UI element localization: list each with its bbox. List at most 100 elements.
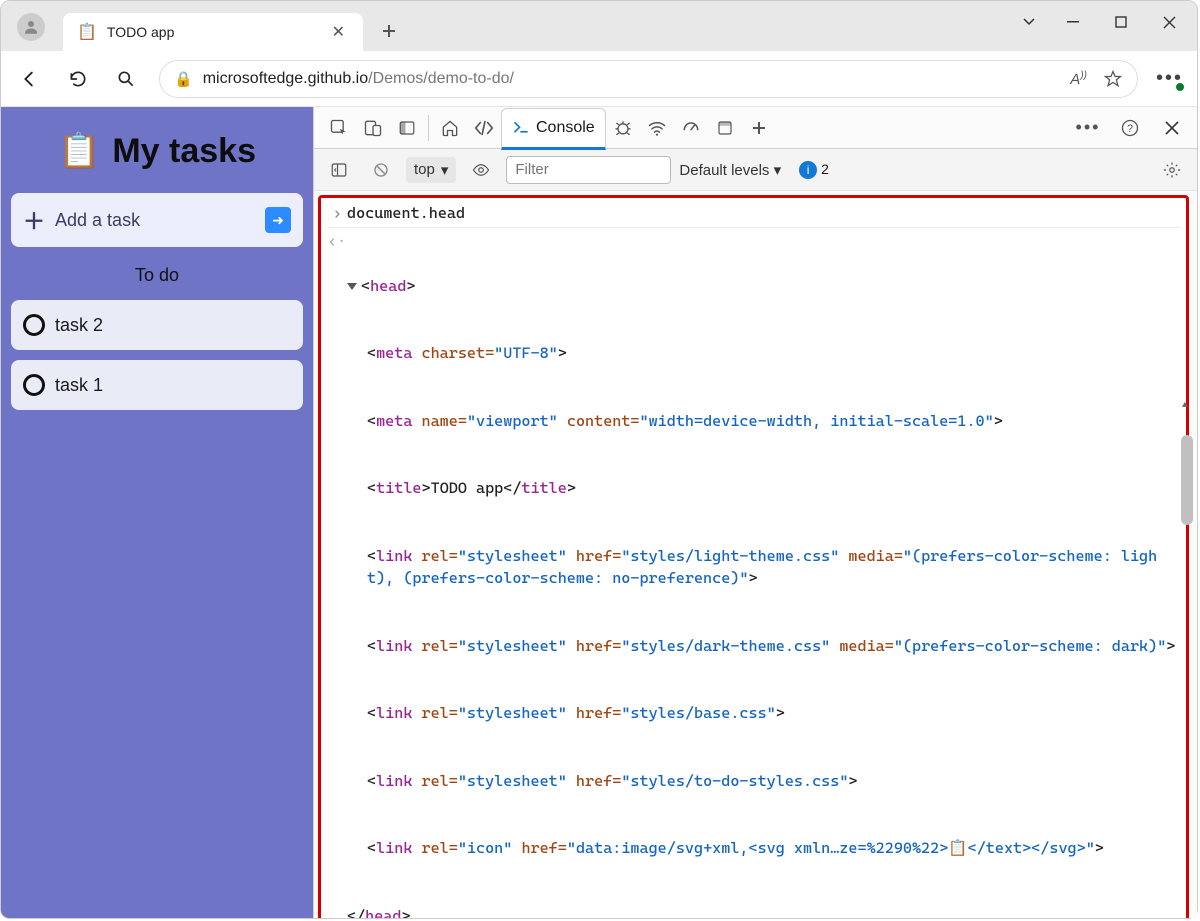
expand-toggle[interactable]: [347, 283, 357, 290]
task-radio[interactable]: [23, 314, 45, 336]
section-heading-todo: To do: [11, 265, 303, 286]
more-tabs-button[interactable]: [742, 112, 776, 144]
app-header: 📋 My tasks: [11, 131, 303, 171]
chevron-down-icon: ▾: [441, 161, 449, 179]
activity-bar-button[interactable]: [390, 112, 424, 144]
back-button[interactable]: [15, 64, 45, 94]
settings-menu-button[interactable]: •••: [1156, 67, 1183, 90]
plus-icon: [381, 23, 397, 39]
console-settings-button[interactable]: [1155, 154, 1189, 186]
code-icon: [473, 119, 495, 137]
address-bar: 🔒 microsoftedge.github.io/Demos/demo-to-…: [1, 51, 1197, 107]
log-levels-selector[interactable]: Default levels ▾: [679, 161, 781, 179]
app-icon: [716, 119, 734, 137]
favorite-button[interactable]: [1103, 69, 1123, 89]
browser-window: 📋 TODO app ✕ 🔒 microsoftedge.github.io/D…: [0, 0, 1198, 919]
devtools-toolbar: Console ••• ?: [314, 107, 1197, 149]
close-tab-button[interactable]: ✕: [328, 20, 349, 44]
refresh-icon: [68, 69, 88, 89]
scrollbar-thumb[interactable]: [1181, 435, 1193, 525]
add-task-input[interactable]: ＋ Add a task ➜: [11, 193, 303, 247]
panel-icon: [398, 119, 416, 137]
clear-icon: [372, 161, 390, 179]
star-icon: [1103, 69, 1123, 89]
task-item[interactable]: task 1: [11, 360, 303, 410]
clear-console-button[interactable]: [364, 154, 398, 186]
plus-icon: ＋: [23, 204, 45, 236]
help-icon: ?: [1120, 118, 1140, 138]
devtools-pane: Console ••• ? top ▾: [313, 107, 1197, 918]
add-task-placeholder: Add a task: [55, 210, 255, 231]
gear-icon: [1163, 161, 1181, 179]
devtools-more-button[interactable]: •••: [1071, 112, 1105, 144]
close-window-button[interactable]: [1147, 7, 1191, 37]
task-radio[interactable]: [23, 374, 45, 396]
execution-context-selector[interactable]: top ▾: [406, 157, 456, 183]
devices-icon: [363, 118, 383, 138]
tab-title: TODO app: [107, 24, 318, 40]
app-title: My tasks: [112, 132, 256, 171]
welcome-tab-button[interactable]: [433, 112, 467, 144]
profile-avatar[interactable]: [17, 13, 45, 41]
vertical-scrollbar[interactable]: ▲: [1181, 395, 1195, 916]
content-area: 📋 My tasks ＋ Add a task ➜ To do task 2 ta…: [1, 107, 1197, 918]
person-icon: [22, 18, 40, 36]
window-controls: [1011, 7, 1191, 37]
url-path: /Demos/demo-to-do/: [368, 70, 514, 87]
device-emulation-button[interactable]: [356, 112, 390, 144]
title-bar: 📋 TODO app ✕: [1, 1, 1197, 51]
new-tab-button[interactable]: [375, 17, 403, 45]
chevron-down-icon: [1022, 15, 1036, 29]
search-icon: [116, 69, 136, 89]
devtools-close-button[interactable]: [1155, 112, 1189, 144]
issues-button[interactable]: i2: [799, 161, 829, 179]
inspect-element-button[interactable]: [322, 112, 356, 144]
wifi-icon: [647, 118, 667, 138]
todo-app-pane: 📋 My tasks ＋ Add a task ➜ To do task 2 ta…: [1, 107, 313, 918]
issues-count-badge: i: [799, 161, 817, 179]
url-input[interactable]: 🔒 microsoftedge.github.io/Demos/demo-to-…: [159, 60, 1138, 98]
network-tab-button[interactable]: [640, 112, 674, 144]
tab-actions-button[interactable]: [1011, 7, 1047, 37]
performance-tab-button[interactable]: [674, 112, 708, 144]
inspect-icon: [329, 118, 349, 138]
minimize-button[interactable]: [1051, 7, 1095, 37]
elements-tab-button[interactable]: [467, 112, 501, 144]
output-chevron-icon: ‹·: [327, 230, 347, 253]
maximize-button[interactable]: [1099, 7, 1143, 37]
close-icon: [1163, 16, 1176, 29]
sources-tab-button[interactable]: [606, 112, 640, 144]
live-expression-button[interactable]: [464, 154, 498, 186]
performance-icon: [681, 118, 701, 138]
plus-icon: [751, 120, 767, 136]
console-tab-label: Console: [536, 119, 595, 137]
console-filter-bar: top ▾ Default levels ▾ i2: [314, 149, 1197, 191]
clipboard-icon: 📋: [58, 131, 100, 171]
bug-icon: [613, 118, 633, 138]
maximize-icon: [1115, 16, 1127, 28]
context-label: top: [414, 161, 435, 178]
eye-icon: [472, 161, 490, 179]
svg-text:?: ?: [1127, 123, 1133, 135]
task-label: task 2: [55, 315, 103, 336]
console-block-1: ›document.head ‹· <head> <meta charset="…: [318, 195, 1189, 918]
home-icon: [440, 118, 460, 138]
tab-favicon-icon: 📋: [77, 22, 97, 42]
devtools-help-button[interactable]: ?: [1113, 112, 1147, 144]
task-item[interactable]: task 2: [11, 300, 303, 350]
refresh-button[interactable]: [63, 64, 93, 94]
sidebar-icon: [330, 161, 348, 179]
console-tab[interactable]: Console: [501, 108, 606, 150]
search-button[interactable]: [111, 64, 141, 94]
read-aloud-button[interactable]: A)): [1070, 70, 1087, 88]
submit-task-button[interactable]: ➜: [265, 207, 291, 233]
console-icon: [512, 119, 530, 137]
arrow-left-icon: [19, 68, 41, 90]
console-output: ›document.head ‹· <head> <meta charset="…: [314, 191, 1197, 918]
console-sidebar-toggle[interactable]: [322, 154, 356, 186]
application-tab-button[interactable]: [708, 112, 742, 144]
console-filter-input[interactable]: [506, 156, 671, 184]
browser-tab[interactable]: 📋 TODO app ✕: [63, 13, 363, 51]
close-icon: [1165, 121, 1179, 135]
lock-icon: 🔒: [174, 70, 193, 88]
